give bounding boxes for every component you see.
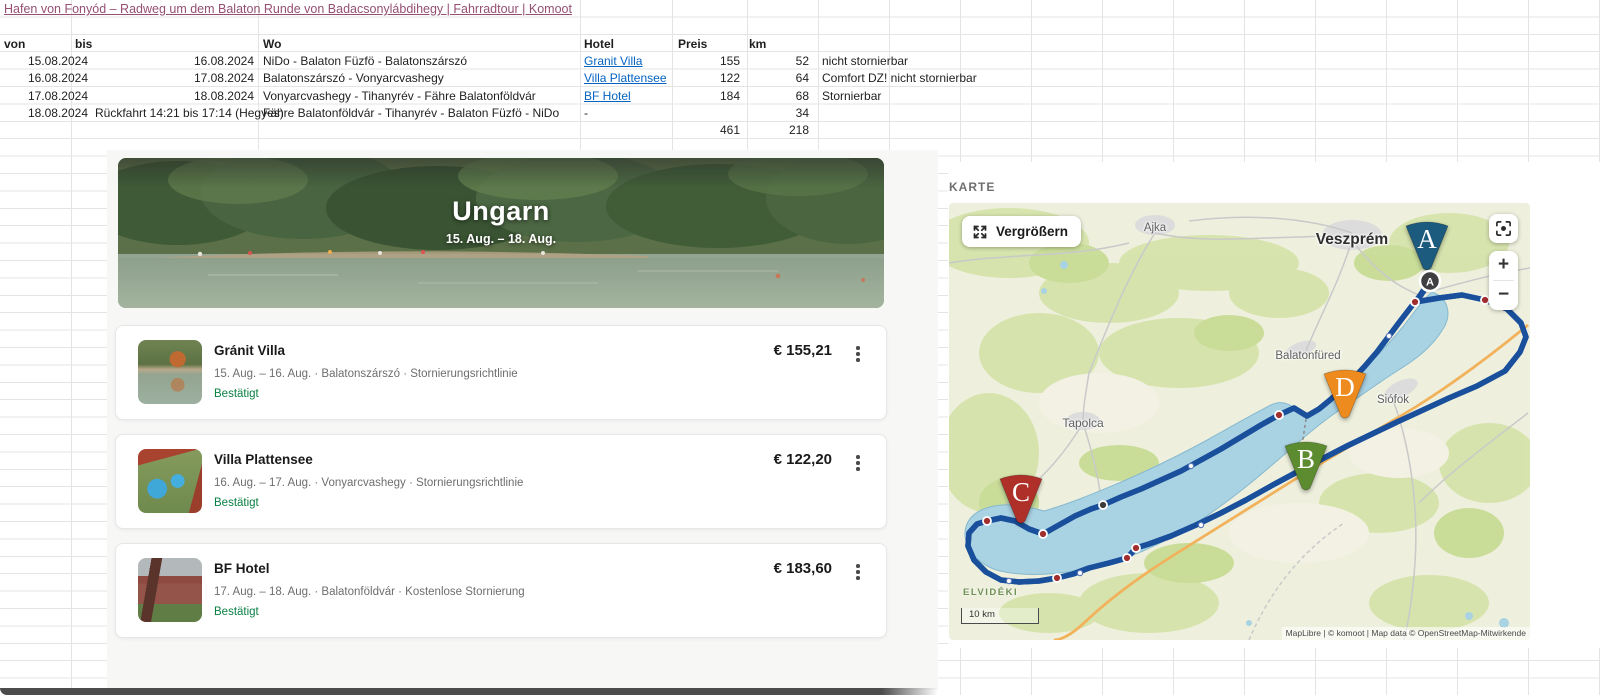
banner-dates: 15. Aug. – 18. Aug.	[118, 232, 884, 246]
banner-title: Ungarn	[118, 196, 884, 227]
hotel-card[interactable]: Gránit Villa 15. Aug. – 16. Aug. · Balato…	[115, 325, 887, 420]
kebab-dot	[856, 570, 860, 574]
table-cell: 122	[720, 71, 740, 86]
svg-text:A: A	[1426, 277, 1434, 289]
map-graphic: A D B C A	[949, 203, 1530, 640]
hotel-thumbnail	[138, 340, 202, 404]
hotel-name: Gránit Villa	[214, 343, 285, 358]
zoom-in-button[interactable]: +	[1489, 251, 1518, 280]
table-cell: 68	[796, 89, 809, 104]
hotel-meta: 17. Aug. – 18. Aug. · Balatonföldvár · K…	[214, 586, 525, 598]
table-cell: nicht stornierbar	[822, 54, 908, 69]
trip-banner[interactable]: Ungarn 15. Aug. – 18. Aug.	[118, 158, 884, 308]
table-cell: 16.08.2024	[28, 71, 88, 86]
svg-text:B: B	[1297, 444, 1315, 474]
booking-trip-panel: Ungarn 15. Aug. – 18. Aug. Gránit Villa 1…	[107, 150, 938, 690]
table-cell: bis	[75, 37, 92, 52]
kebab-dot	[856, 576, 860, 580]
city-label-ajka: Ajka	[1144, 222, 1166, 234]
window-edge	[0, 688, 938, 695]
city-label-balatonfured: Balatonfüred	[1275, 350, 1340, 362]
vergroessern-label: Vergrößern	[996, 224, 1068, 239]
scale-bar: 10 km	[961, 608, 1039, 624]
hotel-price: € 122,20	[774, 451, 832, 468]
table-cell: 52	[796, 54, 809, 69]
table-cell: 64	[796, 71, 809, 86]
table-cell: km	[749, 37, 766, 52]
table-cell: 155	[720, 54, 740, 69]
kebab-dot	[856, 455, 860, 459]
table-cell: 18.08.2024	[194, 89, 254, 104]
table-cell: 461	[720, 123, 740, 138]
hotel-link[interactable]: BF Hotel	[584, 89, 631, 104]
hotel-name: BF Hotel	[214, 561, 270, 576]
city-label-tapolca: Tapolca	[1062, 416, 1103, 430]
hotel-meta: 16. Aug. – 17. Aug. · Vonyarcvashegy · S…	[214, 477, 523, 489]
kebab-menu-button[interactable]	[850, 564, 866, 584]
table-cell: 34	[796, 106, 809, 121]
table-cell: Balatonszárszó - Vonyarcvashegy	[263, 71, 444, 86]
sheet-title-link[interactable]: Hafen von Fonyód – Radweg um dem Balaton…	[4, 2, 572, 16]
table-cell: 17.08.2024	[194, 71, 254, 86]
kebab-dot	[856, 346, 860, 350]
table-cell: 218	[789, 123, 809, 138]
kebab-menu-button[interactable]	[850, 346, 866, 366]
map-section-label: KARTE	[949, 180, 995, 194]
table-cell: 17.08.2024	[28, 89, 88, 104]
table-cell: Preis	[678, 37, 707, 52]
kebab-dot	[856, 467, 860, 471]
park-label: ELVIDÉKI	[963, 587, 1018, 598]
fullscreen-button[interactable]	[1489, 214, 1518, 243]
svg-text:A: A	[1417, 224, 1437, 254]
hotel-link[interactable]: Villa Plattensee	[584, 71, 667, 86]
table-cell: 15.08.2024	[28, 54, 88, 69]
hotel-price: € 155,21	[774, 342, 832, 359]
kebab-dot	[856, 358, 860, 362]
map-canvas[interactable]: ADBCA Ajka Veszprém Balatonfüred Siófok …	[949, 203, 1530, 640]
scale-text: 10 km	[969, 609, 995, 620]
kebab-dot	[856, 352, 860, 356]
city-label-veszprem: Veszprém	[1316, 231, 1388, 249]
table-cell: -	[584, 106, 588, 121]
hotel-thumbnail	[138, 558, 202, 622]
vergroessern-button[interactable]: Vergrößern	[962, 216, 1081, 247]
hotel-status: Bestätigt	[214, 606, 259, 618]
hotel-link[interactable]: Granit Villa	[584, 54, 642, 69]
zoom-control: + −	[1489, 251, 1518, 310]
table-cell: Vonyarcvashegy - Tihanyrév - Fähre Balat…	[263, 89, 536, 104]
hotel-name: Villa Plattensee	[214, 452, 313, 467]
table-cell: Wo	[263, 37, 281, 52]
expand-icon	[972, 224, 988, 240]
hotel-status: Bestätigt	[214, 388, 259, 400]
kebab-menu-button[interactable]	[850, 455, 866, 475]
table-cell: 18.08.2024	[28, 106, 88, 121]
table-cell: Comfort DZ! nicht stornierbar	[822, 71, 977, 86]
hotel-thumbnail	[138, 449, 202, 513]
hotel-meta: 15. Aug. – 16. Aug. · Balatonszárszó · S…	[214, 368, 518, 380]
route-start-badge: A	[1420, 271, 1440, 291]
zoom-out-button[interactable]: −	[1489, 281, 1518, 310]
svg-text:D: D	[1335, 372, 1355, 402]
hotel-card[interactable]: Villa Plattensee 16. Aug. – 17. Aug. · Vo…	[115, 434, 887, 529]
table-cell: 184	[720, 89, 740, 104]
map-attribution: MapLibre | © komoot | Map data © OpenStr…	[1282, 627, 1530, 640]
table-cell: Stornierbar	[822, 89, 881, 104]
hotel-status: Bestätigt	[214, 497, 259, 509]
table-cell: von	[4, 37, 25, 52]
kebab-dot	[856, 461, 860, 465]
hotel-card[interactable]: BF Hotel 17. Aug. – 18. Aug. · Balatonföl…	[115, 543, 887, 638]
kebab-dot	[856, 564, 860, 568]
fullscreen-icon	[1495, 220, 1512, 237]
table-cell: Fähre Balatonföldvár - Tihanyrév - Balat…	[263, 106, 559, 121]
hotel-price: € 183,60	[774, 560, 832, 577]
svg-text:C: C	[1012, 477, 1030, 507]
table-cell: 16.08.2024	[194, 54, 254, 69]
table-cell: Rückfahrt 14:21 bis 17:14 (Hegyes)	[95, 106, 284, 121]
city-label-siofok: Siófok	[1377, 394, 1409, 406]
table-cell: Hotel	[584, 37, 614, 52]
table-cell: NiDo - Balaton Füzfö - Balatonszárszó	[263, 54, 467, 69]
